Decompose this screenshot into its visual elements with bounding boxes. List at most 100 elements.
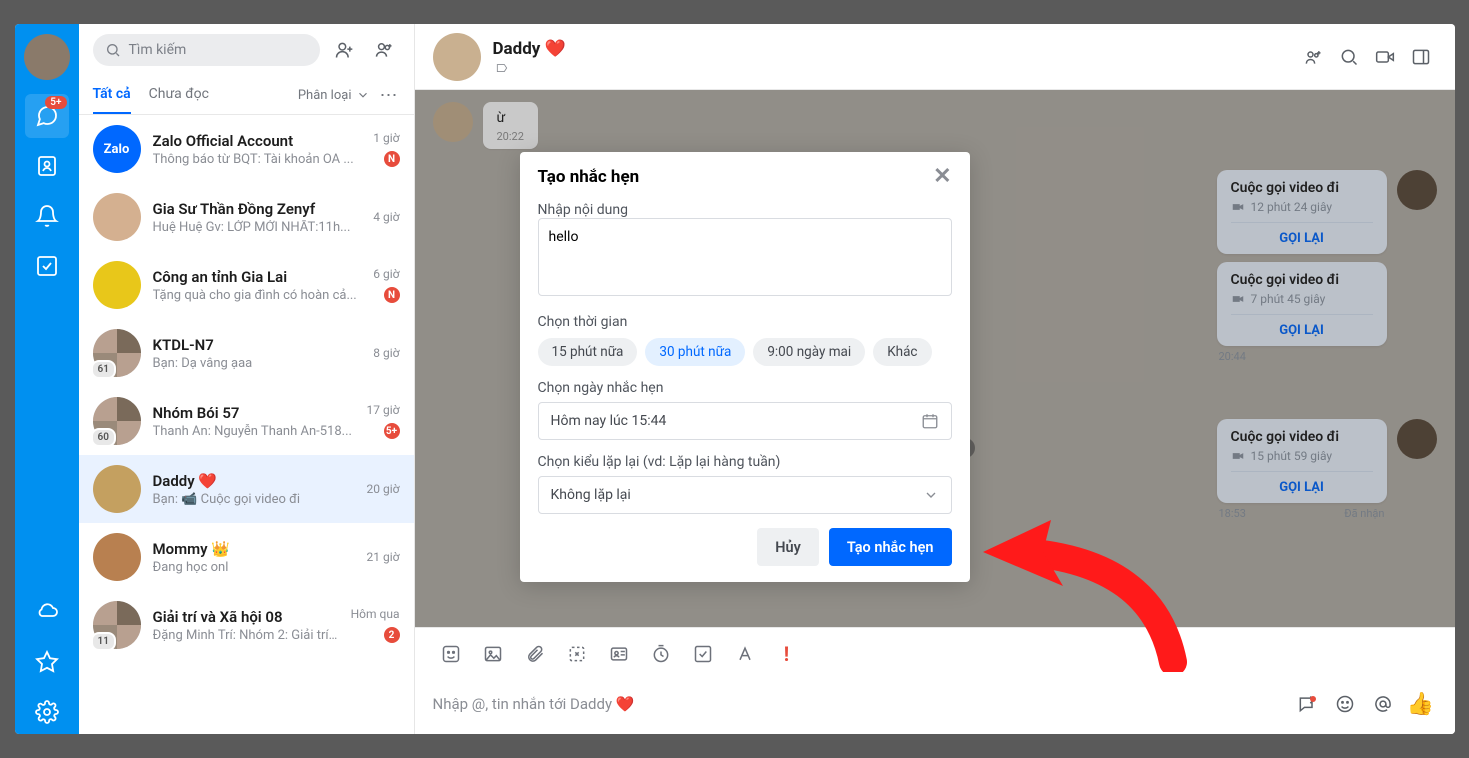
create-reminder-modal: Tạo nhắc hẹn ✕ Nhập nội dung hello Chọn … (520, 152, 970, 582)
more-icon[interactable]: ⋯ (380, 85, 400, 106)
unread-badge: N (384, 151, 400, 167)
chat-avatar (93, 465, 141, 513)
exclaim-icon: ! (784, 642, 789, 666)
user-plus-icon (334, 40, 354, 60)
paperclip-icon (525, 644, 545, 664)
message-input[interactable]: Nhập @, tin nhắn tới Daddy ❤️ (433, 695, 1281, 713)
repeat-label: Chọn kiểu lặp lại (vd: Lặp lại hàng tuần… (538, 454, 952, 470)
chat-avatar (93, 193, 141, 241)
capture-icon (567, 644, 587, 664)
search-input[interactable]: Tìm kiếm (93, 34, 320, 66)
toggle-info-panel-button[interactable] (1405, 41, 1437, 73)
chat-item[interactable]: 60 Nhóm Bói 57 Thanh An: Nguyễn Thanh An… (79, 387, 414, 455)
repeat-select[interactable]: Không lặp lại (538, 476, 952, 514)
smile-icon (1335, 694, 1355, 714)
check-square-icon (35, 254, 59, 278)
time-chip[interactable]: Khác (873, 338, 931, 366)
chat-avatar: 11 (93, 601, 141, 649)
reminder-button[interactable] (643, 636, 679, 672)
image-icon (483, 644, 503, 664)
chat-list: Zalo Zalo Official Account Thông báo từ … (79, 115, 414, 734)
text-format-icon (735, 644, 755, 664)
search-conversation-button[interactable] (1333, 41, 1365, 73)
time-chip[interactable]: 30 phút nữa (645, 338, 745, 366)
attach-button[interactable] (517, 636, 553, 672)
composer: ! Nhập @, tin nhắn tới Daddy ❤️ 👍 (415, 627, 1455, 734)
content-label: Nhập nội dung (538, 202, 952, 218)
format-button[interactable] (727, 636, 763, 672)
nav-contacts[interactable] (25, 144, 69, 188)
chat-item[interactable]: Mommy 👑 Đang học onl 21 giờ (79, 523, 414, 591)
gear-icon (35, 700, 59, 724)
time-chip[interactable]: 15 phút nữa (538, 338, 638, 366)
sidebar-top: Tìm kiếm (79, 24, 414, 76)
sidebar: Tìm kiếm Tất cả Chưa đọc Phân loại ⋯ Zal… (79, 24, 415, 734)
chat-avatar (93, 261, 141, 309)
contacts-icon (35, 154, 59, 178)
time-label: Chọn thời gian (538, 314, 952, 330)
like-button[interactable]: 👍 (1405, 688, 1437, 720)
nav-cloud[interactable] (25, 590, 69, 634)
card-icon (609, 644, 629, 664)
task-button[interactable] (685, 636, 721, 672)
chat-item[interactable]: 11 Giải trí và Xã hội 08 Đặng Minh Trí: … (79, 591, 414, 659)
users-plus-icon (374, 40, 394, 60)
chat-avatar: 60 (93, 397, 141, 445)
tab-all[interactable]: Tất cả (93, 76, 131, 114)
panel-icon (1411, 47, 1431, 67)
tag-icon[interactable] (493, 61, 511, 75)
screenshot-button[interactable] (559, 636, 595, 672)
video-icon (1375, 47, 1395, 67)
create-reminder-button[interactable]: Tạo nhắc hẹn (829, 528, 952, 566)
nav-star[interactable] (25, 640, 69, 684)
cancel-button[interactable]: Hủy (757, 528, 819, 566)
header-avatar[interactable] (433, 33, 481, 81)
date-picker-input[interactable]: Hôm nay lúc 15:44 (538, 402, 952, 440)
chat-title: Zalo Official Account (153, 132, 362, 150)
quick-reply-button[interactable] (1291, 688, 1323, 720)
nav-todo[interactable] (25, 244, 69, 288)
chat-item[interactable]: Zalo Zalo Official Account Thông báo từ … (79, 115, 414, 183)
chat-avatar (93, 533, 141, 581)
emoji-button[interactable] (1329, 688, 1361, 720)
reminder-content-input[interactable]: hello (538, 218, 952, 296)
time-chip-row: 15 phút nữa 30 phút nữa 9:00 ngày mai Kh… (538, 338, 952, 366)
nav-settings[interactable] (25, 690, 69, 734)
check-square-icon (693, 644, 713, 664)
bell-icon (35, 204, 59, 228)
modal-title: Tạo nhắc hẹn (538, 167, 640, 187)
cloud-icon (35, 600, 59, 624)
nav-notifications[interactable] (25, 194, 69, 238)
image-button[interactable] (475, 636, 511, 672)
thumbs-up-icon: 👍 (1407, 692, 1434, 717)
contact-card-button[interactable] (601, 636, 637, 672)
time-chip[interactable]: 9:00 ngày mai (753, 338, 865, 366)
priority-button[interactable]: ! (769, 636, 805, 672)
chat-avatar: Zalo (93, 125, 141, 173)
search-placeholder: Tìm kiếm (129, 42, 187, 58)
chat-item[interactable]: Công an tỉnh Gia Lai Tặng quà cho gia đì… (79, 251, 414, 319)
close-icon[interactable]: ✕ (933, 166, 951, 188)
sticker-button[interactable] (433, 636, 469, 672)
chat-item[interactable]: Gia Sư Thần Đồng Zenyf Huệ Huệ Gv: LỚP M… (79, 183, 414, 251)
clock-icon (651, 644, 671, 664)
composer-input-row: Nhập @, tin nhắn tới Daddy ❤️ 👍 (415, 680, 1455, 734)
add-friend-button[interactable] (328, 34, 360, 66)
chat-item[interactable]: Daddy ❤️ Bạn: 📹 Cuộc gọi video đi 20 giờ (79, 455, 414, 523)
nav-chat[interactable]: 5+ (25, 94, 69, 138)
mention-button[interactable] (1367, 688, 1399, 720)
add-to-group-button[interactable] (1297, 41, 1329, 73)
header-title: Daddy ❤️ (493, 39, 566, 59)
chat-badge: 5+ (45, 96, 66, 109)
star-icon (35, 650, 59, 674)
search-icon (1339, 47, 1359, 67)
tab-classify[interactable]: Phân loại ⋯ (298, 85, 400, 106)
video-call-button[interactable] (1369, 41, 1401, 73)
calendar-icon (921, 412, 939, 430)
sticker-icon (441, 644, 461, 664)
create-group-button[interactable] (368, 34, 400, 66)
chat-item[interactable]: 61 KTDL-N7 Bạn: Dạ vâng ạaa 8 giờ (79, 319, 414, 387)
user-avatar[interactable] (24, 34, 70, 80)
tab-unread[interactable]: Chưa đọc (149, 76, 209, 114)
chevron-down-icon (923, 487, 939, 503)
